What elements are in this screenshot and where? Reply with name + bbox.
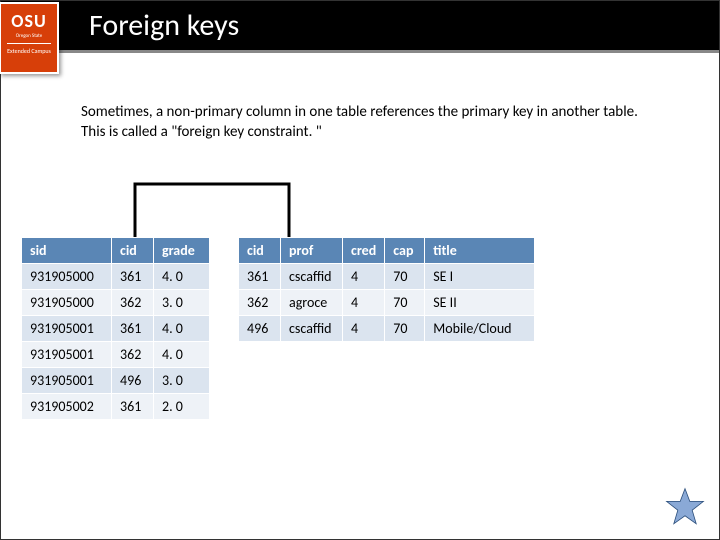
col-prof: prof: [281, 238, 343, 264]
table-header-row: cid prof cred cap title: [239, 238, 535, 264]
header-bar: OSU Oregon State Extended Campus Foreign…: [1, 1, 719, 53]
course-table: cid prof cred cap title 361cscaffid470SE…: [238, 237, 535, 342]
table-row: 362agroce470SE II: [239, 290, 535, 316]
page-title: Foreign keys: [89, 7, 239, 44]
table-row: 9319050023612. 0: [22, 394, 210, 420]
logo-text-bot: Extended Campus: [7, 47, 51, 55]
table-row: 496cscaffid470Mobile/Cloud: [239, 316, 535, 342]
table-row: 361cscaffid470SE I: [239, 264, 535, 290]
col-cid: cid: [112, 238, 154, 264]
col-cid2: cid: [239, 238, 281, 264]
intro-text: Sometimes, a non-primary column in one t…: [81, 103, 659, 142]
tables-container: sid cid grade 9319050003614. 0 931905000…: [21, 237, 719, 420]
table-row: 9319050003623. 0: [22, 290, 210, 316]
col-cred: cred: [343, 238, 385, 264]
col-cap: cap: [385, 238, 425, 264]
enrollment-table: sid cid grade 9319050003614. 0 931905000…: [21, 237, 210, 420]
star-icon: [665, 487, 705, 527]
logo-divider: [7, 43, 51, 44]
logo-text-top: OSU: [11, 10, 46, 32]
table-row: 9319050013624. 0: [22, 342, 210, 368]
col-sid: sid: [22, 238, 112, 264]
table-row: 9319050003614. 0: [22, 264, 210, 290]
table-header-row: sid cid grade: [22, 238, 210, 264]
col-grade: grade: [154, 238, 210, 264]
table-row: 9319050014963. 0: [22, 368, 210, 394]
osu-logo: OSU Oregon State Extended Campus: [0, 2, 59, 74]
table-row: 9319050013614. 0: [22, 316, 210, 342]
logo-text-mid: Oregon State: [16, 33, 43, 39]
col-title: title: [425, 238, 535, 264]
